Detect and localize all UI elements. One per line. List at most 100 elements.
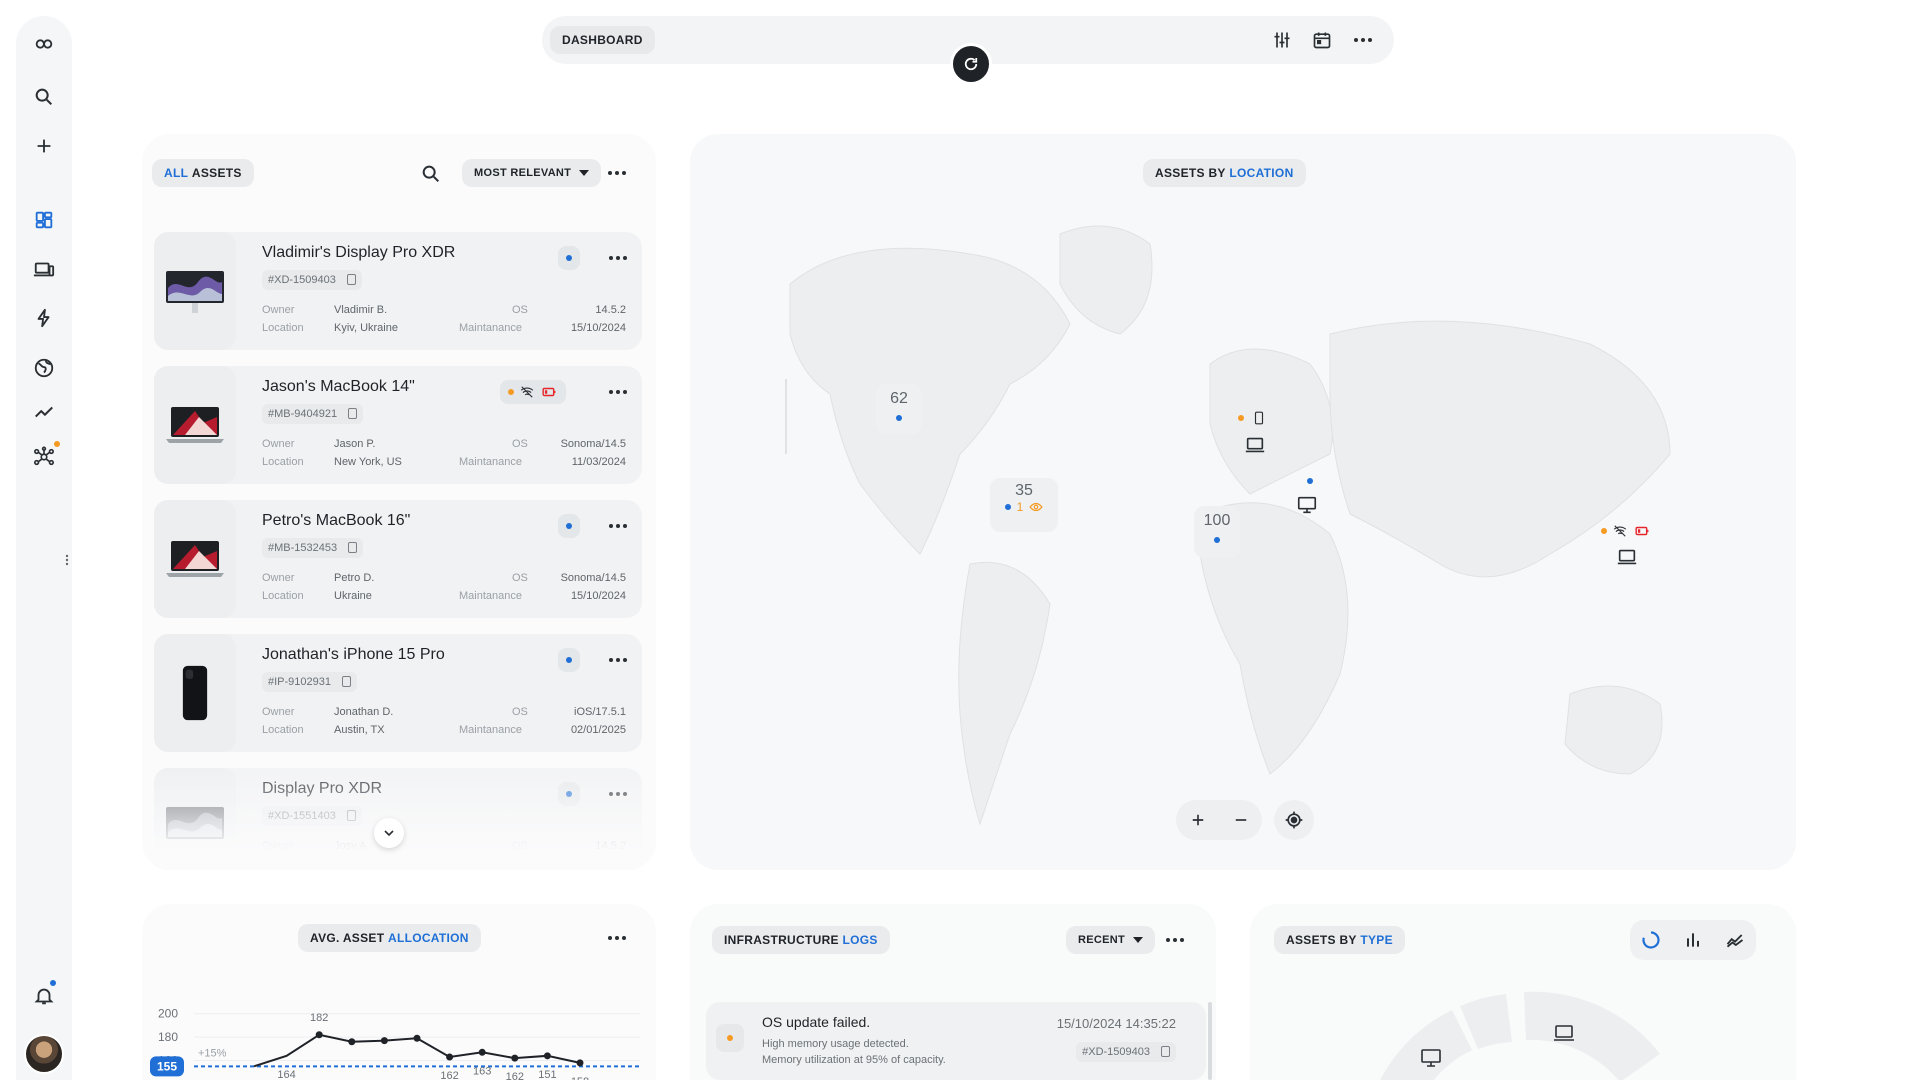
copy-icon[interactable]: [342, 676, 351, 687]
add-icon[interactable]: [24, 126, 64, 166]
warning-dot: [727, 1035, 733, 1041]
asset-id[interactable]: #XD-1509403: [262, 270, 362, 290]
os-label: OS: [512, 706, 528, 718]
asset-more-button[interactable]: [606, 514, 630, 538]
assets-more-button[interactable]: [605, 161, 629, 185]
globe-icon[interactable]: [24, 348, 64, 388]
data-point: [413, 1034, 421, 1042]
os-value: 14.5.2: [595, 840, 626, 852]
data-label: 182: [310, 1012, 328, 1024]
asset-card[interactable]: Vladimir's Display Pro XDR #XD-1509403 O…: [154, 232, 642, 350]
avatar[interactable]: [24, 1034, 64, 1074]
asset-more-button[interactable]: [606, 782, 630, 806]
copy-icon[interactable]: [346, 810, 356, 821]
asset-id[interactable]: #MB-9404921: [262, 404, 364, 424]
asset-id[interactable]: #MB-1532453: [262, 538, 364, 558]
eye-icon: [1029, 502, 1043, 512]
log-asset-id[interactable]: #XD-1509403: [1076, 1042, 1176, 1062]
cluster-dot: [1214, 537, 1220, 543]
dashboard-icon[interactable]: [24, 200, 64, 240]
map-marker-dot[interactable]: [1307, 478, 1313, 484]
battery-low-icon: [1635, 526, 1649, 536]
owner-value: Vladimir B.: [334, 304, 388, 316]
asset-title: Display Pro XDR: [262, 780, 383, 797]
logs-more-button[interactable]: [1163, 928, 1187, 952]
chevron-down-icon: [579, 170, 590, 176]
donut-segment-divider[interactable]: [1460, 994, 1512, 1049]
donut-segment-monitors[interactable]: [1370, 1010, 1472, 1080]
allocation-line-chart[interactable]: 200180160155164182162163162151158+15%155: [142, 904, 656, 1080]
status-dot: [566, 255, 572, 261]
asset-card[interactable]: Petro's MacBook 16" #MB-1532453 Owner Pe…: [154, 500, 642, 618]
log-entry[interactable]: OS update failed. High memory usage dete…: [706, 1002, 1206, 1080]
maintenance-value: 15/10/2024: [570, 322, 626, 334]
type-donut-chart[interactable]: [1250, 904, 1796, 1080]
asset-card[interactable]: Jonathan's iPhone 15 Pro #IP-9102931 Own…: [154, 634, 642, 752]
topbar-more-button[interactable]: [1351, 28, 1375, 52]
asset-more-button[interactable]: [606, 246, 630, 270]
map-cluster-62[interactable]: 62: [876, 384, 922, 434]
copy-icon[interactable]: [346, 274, 356, 285]
monitor-marker-icon[interactable]: [1296, 494, 1318, 516]
asset-more-button[interactable]: [606, 380, 630, 404]
asset-more-button[interactable]: [606, 648, 630, 672]
zoom-in-button[interactable]: [1176, 811, 1219, 829]
filter-sliders-icon[interactable]: [1270, 28, 1294, 52]
laptop-marker-icon[interactable]: [1244, 434, 1266, 456]
battery-low-icon: [542, 387, 556, 397]
network-notification-dot: [54, 441, 60, 447]
sort-dropdown[interactable]: MOST RELEVANT: [462, 159, 602, 187]
greenland-shape: [1059, 225, 1153, 335]
logs-scrollbar[interactable]: [1208, 1002, 1212, 1080]
owner-value: Josy A.: [334, 840, 370, 852]
donut-segment-laptops[interactable]: [1524, 991, 1660, 1080]
map-marker-east-asia[interactable]: [1601, 524, 1651, 538]
assets-search-icon[interactable]: [420, 163, 442, 190]
logo-icon[interactable]: [24, 24, 64, 64]
copy-icon[interactable]: [1161, 1046, 1170, 1057]
map-cluster-100[interactable]: 100: [1194, 506, 1240, 558]
copy-icon[interactable]: [348, 542, 358, 553]
title-accent: LOCATION: [1229, 166, 1294, 180]
infrastructure-logs-panel: INFRASTRUCTURE LOGS RECENT OS update fai…: [690, 904, 1216, 1080]
lightning-icon[interactable]: [24, 298, 64, 338]
copy-icon[interactable]: [348, 408, 358, 419]
os-value: Sonoma/14.5: [560, 438, 626, 450]
target-icon: [1285, 811, 1303, 829]
asset-id[interactable]: #XD-1551403: [262, 806, 362, 826]
location-label: Location: [262, 590, 304, 602]
zoom-out-button[interactable]: [1219, 811, 1262, 829]
sidebar-resize-handle[interactable]: [63, 552, 71, 568]
refresh-button[interactable]: [950, 43, 992, 85]
log-line-2: Memory utilization at 95% of capacity.: [762, 1054, 946, 1066]
asset-card[interactable]: Jason's MacBook 14" #MB-9404921 Owner Ja…: [154, 366, 642, 484]
log-line-1: High memory usage detected.: [762, 1038, 909, 1050]
assets-panel-title: ALL ASSETS: [152, 159, 254, 187]
data-label: 151: [538, 1069, 556, 1080]
laptop-image: [154, 366, 236, 484]
map-cluster-35[interactable]: 35 1: [990, 478, 1058, 532]
location-value: Austin, TX: [334, 724, 385, 736]
reference-badge-value: 155: [157, 1059, 177, 1073]
map-marker-north-europe[interactable]: [1238, 410, 1266, 426]
location-value: Kyiv, Ukraine: [334, 322, 398, 334]
trend-icon[interactable]: [24, 392, 64, 432]
logs-filter-dropdown[interactable]: RECENT: [1066, 926, 1156, 954]
bell-icon[interactable]: [24, 976, 64, 1016]
world-map[interactable]: [690, 134, 1796, 870]
asset-id[interactable]: #IP-9102931: [262, 672, 357, 692]
asset-title: Jason's MacBook 14": [262, 378, 415, 395]
scroll-down-button[interactable]: [374, 818, 404, 848]
laptop-marker-icon[interactable]: [1616, 546, 1638, 568]
calendar-icon[interactable]: [1310, 28, 1334, 52]
locate-button[interactable]: [1274, 800, 1314, 840]
cluster-count: 35: [1015, 482, 1033, 499]
europe-shape: [1209, 348, 1333, 495]
status-badge: [558, 514, 580, 538]
owner-value: Petro D.: [334, 572, 375, 584]
asset-card[interactable]: Display Pro XDR #XD-1551403 Owner Josy A…: [154, 768, 642, 870]
location-label: Location: [262, 322, 304, 334]
search-icon[interactable]: [24, 77, 64, 117]
status-badge: [500, 380, 566, 404]
devices-icon[interactable]: [24, 249, 64, 289]
